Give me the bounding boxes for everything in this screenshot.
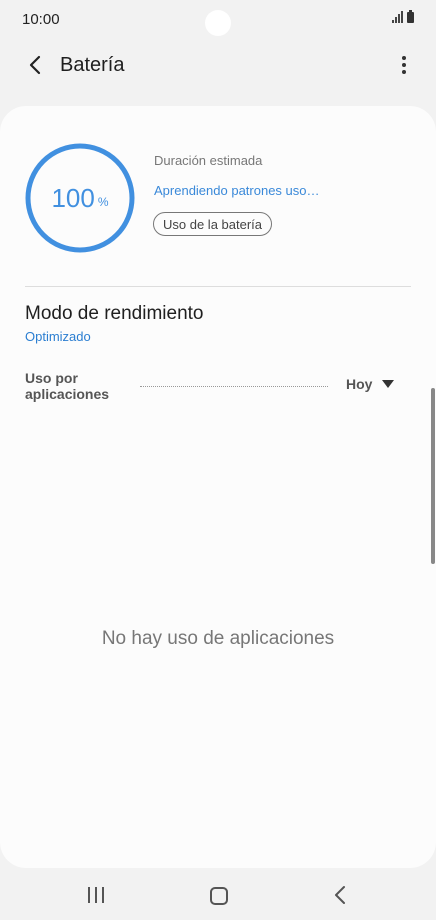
app-usage-label-line1: Uso por xyxy=(25,370,78,386)
battery-card: 100 % Duración estimada Aprendiendo patr… xyxy=(0,106,436,868)
battery-gauge: 100 % xyxy=(24,142,136,254)
status-icons xyxy=(392,10,414,23)
battery-unit: % xyxy=(97,195,109,209)
page-title: Batería xyxy=(60,54,125,76)
battery-percentage: 100 xyxy=(51,182,95,213)
learning-status: Aprendiendo patrones uso… xyxy=(154,183,320,198)
dotted-leader xyxy=(140,386,328,387)
empty-usage-message: No hay uso de aplicaciones xyxy=(101,628,335,649)
recents-button[interactable] xyxy=(88,887,104,903)
chevron-left-icon xyxy=(29,55,41,75)
dropdown-triangle-icon xyxy=(382,380,395,388)
recents-icon xyxy=(88,887,90,903)
camera-cutout xyxy=(205,10,231,36)
nav-back-button[interactable] xyxy=(334,885,346,910)
performance-mode-value: Optimizado xyxy=(25,329,91,344)
more-options-button[interactable] xyxy=(392,50,416,80)
status-bar: 10:00 xyxy=(0,0,436,40)
home-button[interactable] xyxy=(210,887,228,905)
scrollbar[interactable] xyxy=(431,388,435,564)
navigation-bar xyxy=(0,870,436,920)
app-bar: Batería xyxy=(0,42,436,88)
status-time: 10:00 xyxy=(22,11,60,28)
back-button[interactable] xyxy=(20,50,50,80)
period-dropdown[interactable]: Hoy xyxy=(346,376,395,392)
battery-icon xyxy=(407,10,414,23)
period-value: Hoy xyxy=(346,376,373,392)
divider xyxy=(25,286,411,287)
battery-usage-button[interactable]: Uso de la batería xyxy=(153,212,273,236)
app-usage-label: Uso por aplicaciones xyxy=(25,370,109,402)
performance-mode-title[interactable]: Modo de rendimiento xyxy=(25,303,204,325)
signal-icon xyxy=(392,11,403,23)
back-icon xyxy=(335,886,345,904)
estimated-duration-label: Duración estimada xyxy=(154,153,263,168)
battery-level: 100 % xyxy=(24,142,136,254)
more-vertical-icon xyxy=(402,56,406,60)
app-usage-label-line2: aplicaciones xyxy=(25,386,110,402)
